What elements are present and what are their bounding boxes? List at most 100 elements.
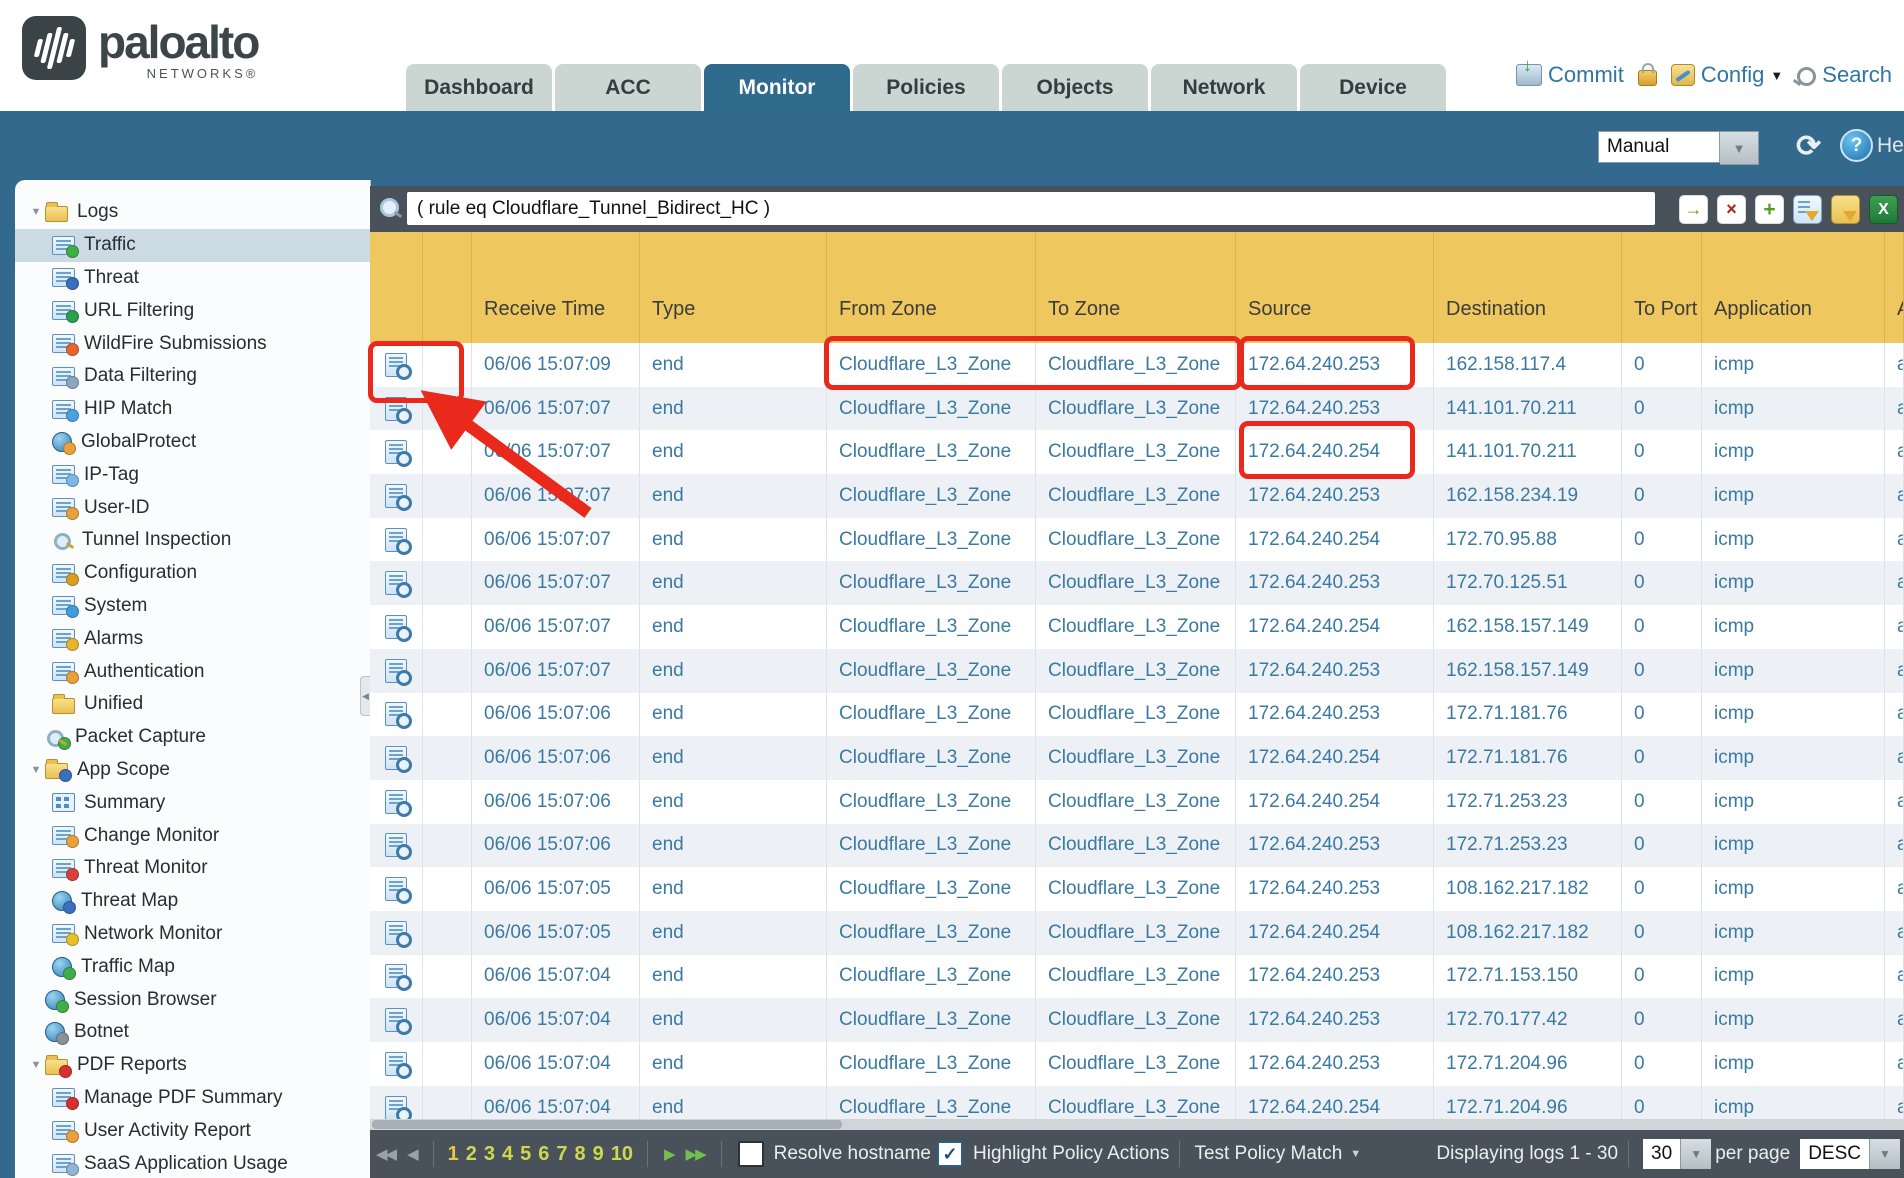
- sidebar-item-system[interactable]: System: [15, 590, 370, 623]
- refresh-mode-dropdown-arrow[interactable]: ▼: [1720, 131, 1759, 165]
- scrollbar-thumb[interactable]: [372, 1120, 842, 1129]
- filter-builder-button[interactable]: [1793, 195, 1822, 224]
- column-header-to-port[interactable]: To Port: [1622, 232, 1702, 343]
- log-detail-icon[interactable]: [385, 1052, 407, 1076]
- sidebar-item-network-monitor[interactable]: Network Monitor: [15, 918, 370, 951]
- first-page-button[interactable]: ◀◀: [376, 1145, 395, 1163]
- sidebar-item-user-id[interactable]: User-ID: [15, 491, 370, 524]
- column-header-from-zone[interactable]: From Zone: [827, 232, 1036, 343]
- tab-policies[interactable]: Policies: [853, 64, 999, 111]
- log-detail-icon[interactable]: [385, 1096, 407, 1119]
- table-row[interactable]: 06/06 15:07:05endCloudflare_L3_ZoneCloud…: [370, 911, 1904, 955]
- per-page-dropdown-arrow[interactable]: ▼: [1680, 1139, 1711, 1169]
- sidebar-item-change-monitor[interactable]: Change Monitor: [15, 819, 370, 852]
- sidebar-item-globalprotect[interactable]: GlobalProtect: [15, 426, 370, 459]
- tab-network[interactable]: Network: [1151, 64, 1297, 111]
- help-button[interactable]: ? Help: [1840, 129, 1904, 162]
- log-detail-icon[interactable]: [385, 659, 407, 683]
- log-detail-icon[interactable]: [385, 1008, 407, 1032]
- sort-order-select[interactable]: DESC ▼: [1800, 1139, 1900, 1169]
- sidebar-item-app-scope[interactable]: ▼App Scope: [15, 754, 370, 787]
- sidebar-item-saas-application-usage[interactable]: SaaS Application Usage: [15, 1147, 370, 1178]
- last-page-button[interactable]: ▶▶: [686, 1145, 705, 1163]
- table-row[interactable]: 06/06 15:07:06endCloudflare_L3_ZoneCloud…: [370, 736, 1904, 780]
- log-detail-icon[interactable]: [385, 484, 407, 508]
- tab-device[interactable]: Device: [1300, 64, 1446, 111]
- test-policy-match-button[interactable]: Test Policy Match ▼: [1194, 1143, 1361, 1165]
- sidebar-item-session-browser[interactable]: Session Browser: [15, 983, 370, 1016]
- apply-filter-button[interactable]: →: [1679, 195, 1708, 224]
- column-header-blank[interactable]: [370, 232, 423, 343]
- sidebar-item-url-filtering[interactable]: URL Filtering: [15, 294, 370, 327]
- log-detail-icon[interactable]: [385, 833, 407, 857]
- sidebar-item-traffic-map[interactable]: Traffic Map: [15, 950, 370, 983]
- sidebar-item-threat-map[interactable]: Threat Map: [15, 885, 370, 918]
- table-row[interactable]: 06/06 15:07:07endCloudflare_L3_ZoneCloud…: [370, 430, 1904, 474]
- log-detail-icon[interactable]: [385, 790, 407, 814]
- column-header-a[interactable]: A: [1885, 232, 1904, 343]
- tab-acc[interactable]: ACC: [555, 64, 701, 111]
- table-row[interactable]: 06/06 15:07:07endCloudflare_L3_ZoneCloud…: [370, 518, 1904, 562]
- table-row[interactable]: 06/06 15:07:07endCloudflare_L3_ZoneCloud…: [370, 387, 1904, 431]
- log-detail-icon[interactable]: [385, 877, 407, 901]
- prev-page-button[interactable]: ◀: [407, 1145, 417, 1163]
- table-row[interactable]: 06/06 15:07:06endCloudflare_L3_ZoneCloud…: [370, 824, 1904, 868]
- sidebar-item-configuration[interactable]: Configuration: [15, 557, 370, 590]
- column-header-application[interactable]: Application: [1702, 232, 1885, 343]
- table-row[interactable]: 06/06 15:07:09endCloudflare_L3_ZoneCloud…: [370, 343, 1904, 387]
- expander-triangle-icon[interactable]: ▼: [27, 206, 45, 218]
- tab-dashboard[interactable]: Dashboard: [406, 64, 552, 111]
- tab-objects[interactable]: Objects: [1002, 64, 1148, 111]
- table-row[interactable]: 06/06 15:07:07endCloudflare_L3_ZoneCloud…: [370, 474, 1904, 518]
- sidebar-item-alarms[interactable]: Alarms: [15, 622, 370, 655]
- sidebar-item-data-filtering[interactable]: Data Filtering: [15, 360, 370, 393]
- table-row[interactable]: 06/06 15:07:07endCloudflare_L3_ZoneCloud…: [370, 561, 1904, 605]
- filter-query-input[interactable]: [407, 192, 1655, 225]
- column-header-type[interactable]: Type: [640, 232, 827, 343]
- sidebar-item-manage-pdf-summary[interactable]: Manage PDF Summary: [15, 1082, 370, 1115]
- table-row[interactable]: 06/06 15:07:04endCloudflare_L3_ZoneCloud…: [370, 998, 1904, 1042]
- page-number-10[interactable]: 10: [611, 1143, 633, 1166]
- per-page-select[interactable]: 30 ▼: [1643, 1139, 1711, 1169]
- search-button[interactable]: Search: [1797, 62, 1892, 88]
- page-number-7[interactable]: 7: [556, 1143, 567, 1166]
- sidebar-item-wildfire-submissions[interactable]: WildFire Submissions: [15, 327, 370, 360]
- log-detail-icon[interactable]: [385, 746, 407, 770]
- column-header-source[interactable]: Source: [1236, 232, 1434, 343]
- page-number-4[interactable]: 4: [502, 1143, 513, 1166]
- page-number-9[interactable]: 9: [593, 1143, 604, 1166]
- config-menu-button[interactable]: Config ▼: [1671, 62, 1783, 88]
- table-row[interactable]: 06/06 15:07:06endCloudflare_L3_ZoneCloud…: [370, 780, 1904, 824]
- highlight-policy-checkbox[interactable]: ✓: [937, 1141, 963, 1167]
- sidebar-item-tunnel-inspection[interactable]: Tunnel Inspection: [15, 524, 370, 557]
- refresh-icon[interactable]: ⟳: [1796, 129, 1821, 164]
- page-number-2[interactable]: 2: [466, 1143, 477, 1166]
- log-detail-icon[interactable]: [385, 528, 407, 552]
- lock-icon[interactable]: [1638, 70, 1657, 86]
- sidebar-item-hip-match[interactable]: HIP Match: [15, 393, 370, 426]
- add-filter-button[interactable]: +: [1755, 195, 1784, 224]
- table-row[interactable]: 06/06 15:07:04endCloudflare_L3_ZoneCloud…: [370, 1042, 1904, 1086]
- page-number-3[interactable]: 3: [484, 1143, 495, 1166]
- column-header-to-zone[interactable]: To Zone: [1036, 232, 1236, 343]
- sidebar-item-botnet[interactable]: Botnet: [15, 1016, 370, 1049]
- sidebar-item-threat[interactable]: Threat: [15, 262, 370, 295]
- log-detail-icon[interactable]: [385, 397, 407, 421]
- horizontal-scrollbar[interactable]: [370, 1119, 1904, 1130]
- sidebar-item-authentication[interactable]: Authentication: [15, 655, 370, 688]
- sidebar-item-threat-monitor[interactable]: Threat Monitor: [15, 852, 370, 885]
- log-detail-icon[interactable]: [385, 702, 407, 726]
- sidebar-collapse-handle[interactable]: ◀: [360, 676, 370, 716]
- tab-monitor[interactable]: Monitor: [704, 64, 850, 111]
- refresh-mode-select[interactable]: Manual ▼: [1598, 131, 1759, 165]
- column-header-receive-time[interactable]: Receive Time: [472, 232, 640, 343]
- log-detail-icon[interactable]: [385, 353, 407, 377]
- next-page-button[interactable]: ▶: [664, 1145, 674, 1163]
- table-row[interactable]: 06/06 15:07:07endCloudflare_L3_ZoneCloud…: [370, 649, 1904, 693]
- sidebar-item-pdf-reports[interactable]: ▼PDF Reports: [15, 1049, 370, 1082]
- page-number-6[interactable]: 6: [538, 1143, 549, 1166]
- page-number-1[interactable]: 1: [448, 1143, 459, 1166]
- clear-filter-button[interactable]: ×: [1717, 195, 1746, 224]
- commit-button[interactable]: Commit: [1516, 62, 1624, 88]
- log-detail-icon[interactable]: [385, 964, 407, 988]
